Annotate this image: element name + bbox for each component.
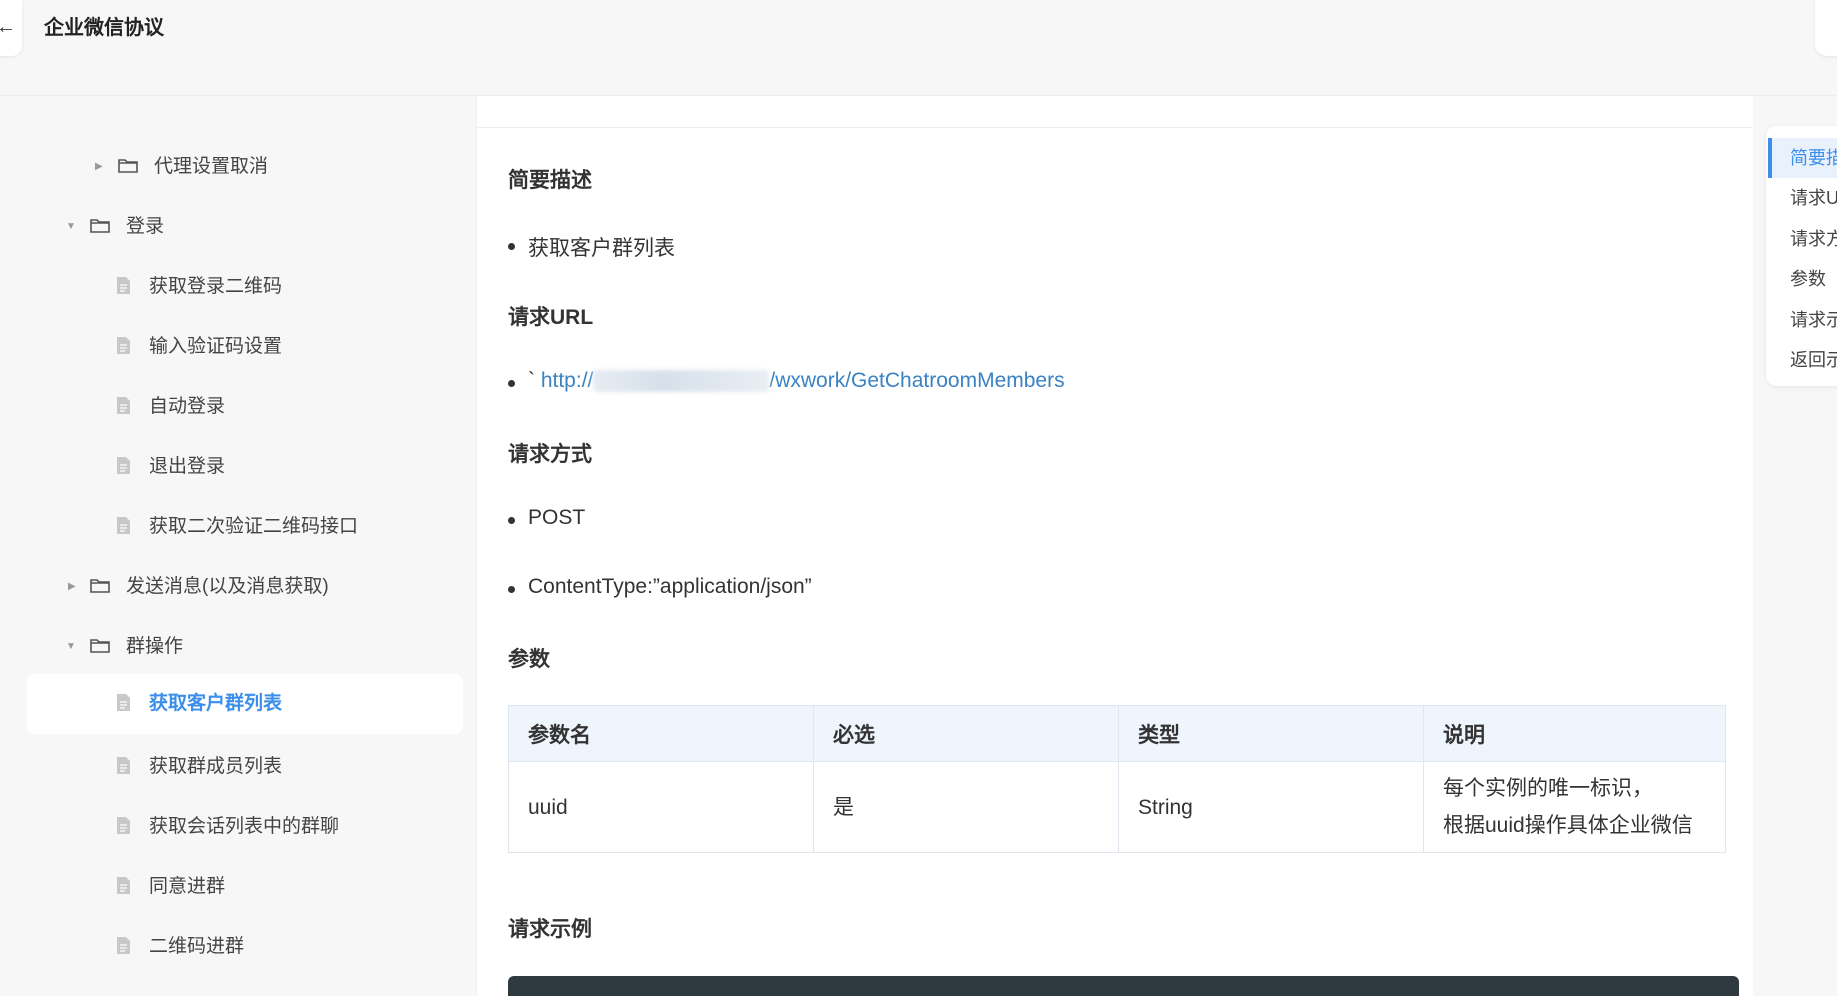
sidebar-item-label: 退出登录 — [149, 456, 226, 477]
sidebar-item-get-session-groups[interactable]: 获取会话列表中的群聊 — [0, 797, 476, 857]
doc-content: 简要描述 获取客户群列表 请求URL ` http:// /wxwork/GetC… — [476, 96, 1753, 996]
sidebar-item-input-code[interactable]: 输入验证码设置 — [0, 317, 476, 377]
folder-icon — [90, 219, 110, 233]
corner-menu-button[interactable] — [1815, 0, 1837, 56]
toc-item-response-example[interactable]: 返回示 — [1790, 348, 1837, 372]
document-icon — [117, 937, 130, 954]
document-icon — [117, 397, 130, 414]
sidebar-item-logout[interactable]: 退出登录 — [0, 437, 476, 497]
sidebar-item-label: 二维码进群 — [149, 936, 245, 957]
param-required-cell: 是 — [813, 761, 1119, 853]
sidebar-item-label: 获取客户群列表 — [149, 693, 283, 714]
redacted-host — [593, 370, 770, 393]
sidebar-item-second-verify-qrcode[interactable]: 获取二次验证二维码接口 — [0, 497, 476, 557]
sidebar-item-get-login-qrcode[interactable]: 获取登录二维码 — [0, 257, 476, 317]
table-of-contents: 简要描 请求U 请求方 参数 请求示 返回示 — [1766, 126, 1837, 386]
column-header: 参数名 — [508, 705, 814, 762]
document-icon — [117, 877, 130, 894]
sidebar-item-label: 同意进群 — [149, 876, 226, 897]
url-scheme: http:// — [540, 369, 594, 392]
document-icon — [117, 817, 130, 834]
back-arrow-icon: ← — [0, 16, 16, 38]
sidebar-item-qrcode-join[interactable]: 二维码进群 — [0, 917, 476, 977]
column-header: 必选 — [813, 705, 1119, 762]
param-desc-line: 根据uuid操作具体企业微信 — [1443, 814, 1693, 837]
top-header: ← 企业微信协议 — [0, 0, 1837, 96]
sidebar-item-label: 获取群成员列表 — [149, 756, 283, 777]
document-icon — [117, 757, 130, 774]
sidebar-item-label: 获取会话列表中的群聊 — [149, 816, 340, 837]
heading-request-method: 请求方式 — [508, 443, 592, 466]
sidebar-item-get-group-members[interactable]: 获取群成员列表 — [0, 737, 476, 797]
toc-item-request-url[interactable]: 请求U — [1790, 186, 1837, 210]
sidebar-item-label: 获取二次验证二维码接口 — [149, 516, 359, 537]
table-row: uuid 是 String 每个实例的唯一标识， 根据uuid操作具体企业微信 — [508, 761, 1726, 853]
request-url-link[interactable]: http:// /wxwork/GetChatroomMembers — [540, 369, 1065, 393]
table-header-row: 参数名 必选 类型 说明 — [508, 705, 1726, 762]
caret-right-icon: ▶ — [95, 161, 103, 172]
heading-summary: 简要描述 — [508, 169, 592, 192]
param-desc-line: 每个实例的唯一标识， — [1443, 777, 1653, 800]
column-header: 类型 — [1118, 705, 1424, 762]
param-type-cell: String — [1118, 761, 1424, 853]
caret-down-icon: ▼ — [66, 221, 76, 232]
url-path: /wxwork/GetChatroomMembers — [769, 369, 1065, 392]
document-icon — [117, 277, 130, 294]
url-prefix: ` — [528, 369, 541, 392]
request-url-item: ` http:// /wxwork/GetChatroomMembers — [508, 369, 1065, 393]
caret-down-icon: ▼ — [66, 641, 76, 652]
column-header: 说明 — [1423, 705, 1726, 762]
param-name-cell: uuid — [508, 761, 814, 853]
document-icon — [117, 517, 130, 534]
document-icon — [117, 457, 130, 474]
heading-request-example: 请求示例 — [508, 918, 592, 941]
content-type-item: ContentType:”application/json” — [508, 575, 812, 598]
sidebar-item-label: 输入验证码设置 — [149, 336, 283, 357]
caret-right-icon: ▶ — [68, 581, 76, 592]
sidebar-item-login[interactable]: ▼ 登录 — [0, 197, 476, 257]
toc-item-request-method[interactable]: 请求方 — [1790, 227, 1837, 251]
summary-item: 获取客户群列表 — [508, 232, 675, 262]
toc-item-summary[interactable]: 简要描 — [1790, 146, 1837, 170]
sidebar-item-label: 群操作 — [126, 636, 184, 657]
sidebar-item-label: 自动登录 — [149, 396, 226, 417]
page-title: 企业微信协议 — [44, 17, 164, 39]
code-block — [508, 976, 1739, 996]
sidebar-item-label: 登录 — [126, 216, 165, 237]
sidebar-item-group-ops[interactable]: ▼ 群操作 — [0, 617, 476, 677]
toc-item-params[interactable]: 参数 — [1790, 267, 1826, 291]
param-desc-cell: 每个实例的唯一标识， 根据uuid操作具体企业微信 — [1423, 761, 1726, 853]
sidebar-item-label: 发送消息(以及消息获取) — [126, 576, 329, 597]
folder-icon — [90, 579, 110, 593]
sidebar-item-get-customer-groups[interactable]: 获取客户群列表 — [0, 674, 476, 734]
sidebar-nav: ▶ 代理设置取消 ▼ 登录 获取登录二维码 输入验证码设置 自动登录 退出登录 … — [0, 96, 476, 996]
toc-item-request-example[interactable]: 请求示 — [1790, 308, 1837, 332]
sidebar-item-send-message[interactable]: ▶ 发送消息(以及消息获取) — [0, 557, 476, 617]
params-table: 参数名 必选 类型 说明 uuid 是 String 每个实例的唯一标识， 根据… — [508, 705, 1726, 853]
content-divider — [477, 127, 1753, 128]
sidebar-item-accept-join[interactable]: 同意进群 — [0, 857, 476, 917]
heading-params: 参数 — [508, 648, 550, 671]
method-item: POST — [507, 506, 586, 529]
document-icon — [117, 694, 130, 711]
folder-icon — [90, 639, 110, 653]
toc-active-indicator — [1768, 138, 1772, 178]
document-icon — [117, 337, 130, 354]
sidebar-item-label: 代理设置取消 — [154, 156, 269, 177]
heading-request-url: 请求URL — [508, 306, 594, 329]
sidebar-item-auto-login[interactable]: 自动登录 — [0, 377, 476, 437]
sidebar-item-proxy-cancel[interactable]: ▶ 代理设置取消 — [0, 137, 476, 197]
sidebar-item-label: 获取登录二维码 — [149, 276, 283, 297]
folder-icon — [118, 159, 138, 173]
back-button[interactable]: ← — [0, 0, 22, 56]
